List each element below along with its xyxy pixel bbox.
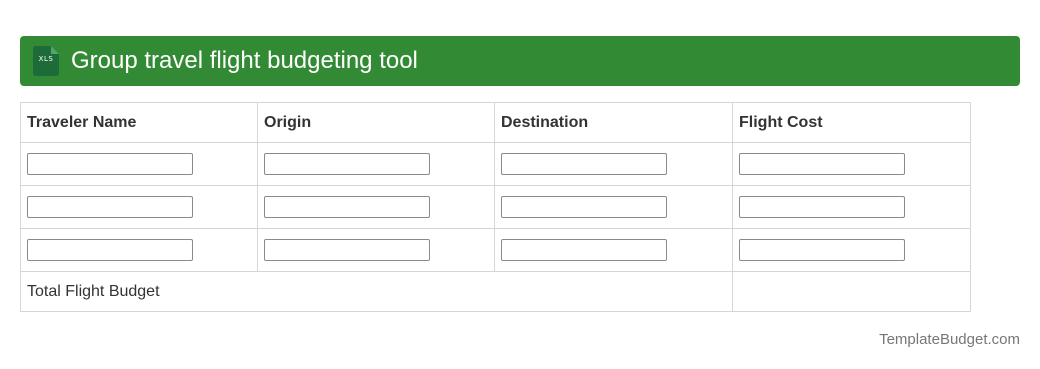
table-cell <box>257 142 495 186</box>
total-value <box>732 271 971 312</box>
traveler-name-input[interactable] <box>27 196 193 218</box>
flight-budget-table: Traveler Name Origin Destination Flight … <box>20 102 971 312</box>
table-row <box>20 185 971 229</box>
table-cell <box>494 142 733 186</box>
flight-cost-input[interactable] <box>739 239 905 261</box>
xls-icon-label: XLS <box>38 55 54 63</box>
table-cell <box>732 185 971 229</box>
table-cell <box>20 142 258 186</box>
destination-input[interactable] <box>501 239 667 261</box>
column-header-flight-cost: Flight Cost <box>732 102 971 143</box>
flight-cost-input[interactable] <box>739 153 905 175</box>
table-cell <box>20 185 258 229</box>
column-header-destination: Destination <box>494 102 733 143</box>
total-label: Total Flight Budget <box>20 271 733 312</box>
total-row: Total Flight Budget <box>20 271 971 312</box>
table-cell <box>257 185 495 229</box>
column-header-traveler-name: Traveler Name <box>20 102 258 143</box>
origin-input[interactable] <box>264 153 430 175</box>
table-row <box>20 142 971 186</box>
table-cell <box>732 142 971 186</box>
origin-input[interactable] <box>264 196 430 218</box>
origin-input[interactable] <box>264 239 430 261</box>
table-header-row: Traveler Name Origin Destination Flight … <box>20 102 971 143</box>
page-header: XLS Group travel flight budgeting tool <box>20 36 1020 86</box>
page-title: Group travel flight budgeting tool <box>71 47 418 74</box>
table-cell <box>20 228 258 272</box>
traveler-name-input[interactable] <box>27 239 193 261</box>
table-cell <box>732 228 971 272</box>
traveler-name-input[interactable] <box>27 153 193 175</box>
flight-cost-input[interactable] <box>739 196 905 218</box>
destination-input[interactable] <box>501 196 667 218</box>
brand-watermark: TemplateBudget.com <box>879 331 1020 348</box>
xls-file-icon: XLS <box>33 46 59 76</box>
table-cell <box>257 228 495 272</box>
table-cell <box>494 228 733 272</box>
destination-input[interactable] <box>501 153 667 175</box>
column-header-origin: Origin <box>257 102 495 143</box>
table-cell <box>494 185 733 229</box>
table-row <box>20 228 971 272</box>
